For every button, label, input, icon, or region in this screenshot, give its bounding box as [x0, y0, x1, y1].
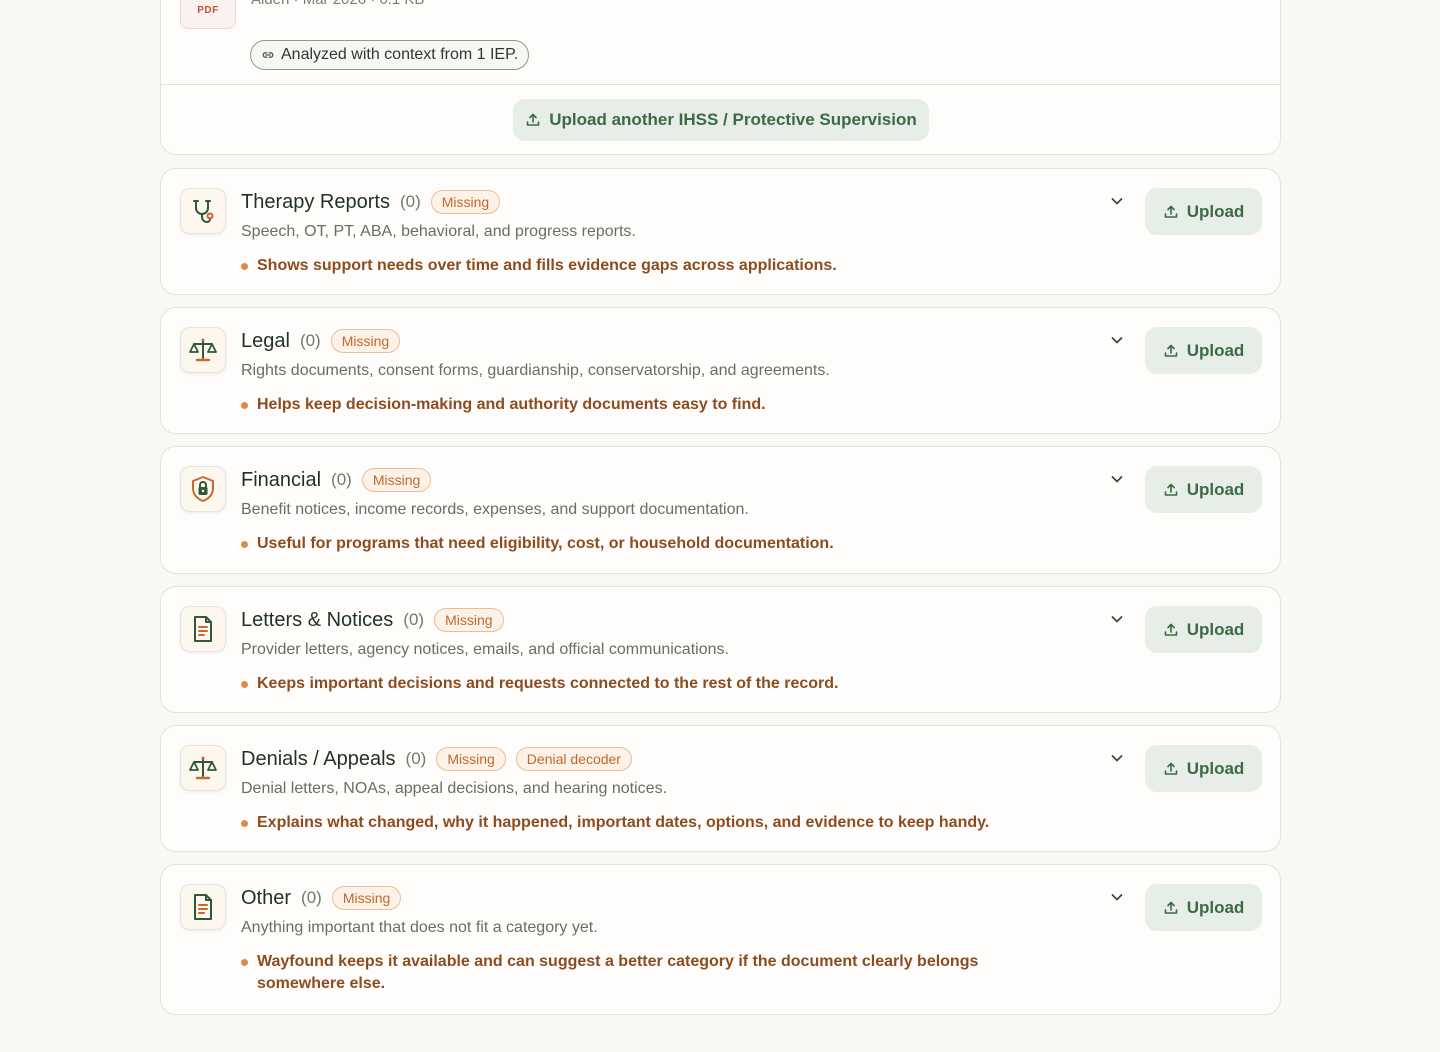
upload-icon — [1164, 901, 1177, 914]
upload-button[interactable]: Upload — [1145, 466, 1262, 513]
feature-badge: Denial decoder — [515, 747, 632, 771]
chevron-down-icon[interactable] — [1109, 889, 1125, 905]
category-card[interactable]: Letters & Notices (0) Missing Provider l… — [160, 586, 1281, 713]
context-pill: Analyzed with context from 1 IEP. — [250, 40, 530, 70]
missing-badge: Missing — [436, 747, 506, 771]
upload-button-label: Upload — [1186, 201, 1245, 221]
category-card[interactable]: Denials / Appeals (0) Missing Denial deco… — [160, 725, 1281, 852]
category-count: (0) — [399, 192, 421, 211]
upload-icon — [1164, 205, 1177, 218]
category-count: (0) — [405, 749, 427, 768]
upload-another-label: Upload another IHSS / Protective Supervi… — [549, 110, 917, 129]
category-title: Legal — [241, 329, 290, 352]
category-title-row: Therapy Reports (0) Missing — [241, 189, 501, 215]
category-title: Denials / Appeals — [241, 747, 396, 770]
category-title-row: Other (0) Missing — [241, 885, 402, 911]
upload-button[interactable]: Upload — [1145, 188, 1262, 235]
category-description: Denial letters, NOAs, appeal decisions, … — [241, 780, 668, 797]
chevron-down-icon[interactable] — [1109, 193, 1125, 209]
category-title-row: Legal (0) Missing — [241, 328, 401, 354]
upload-icon — [1164, 762, 1177, 775]
divider — [161, 84, 1280, 85]
upload-icon — [526, 113, 540, 126]
stethoscope-icon — [180, 188, 226, 234]
category-note: Explains what changed, why it happened, … — [241, 812, 1041, 834]
upload-button-label: Upload — [1186, 340, 1245, 360]
category-count: (0) — [331, 470, 352, 489]
missing-badge: Missing — [331, 886, 402, 910]
document-icon — [180, 884, 226, 930]
category-title: Financial — [241, 468, 322, 491]
category-note: Helps keep decision-making and authority… — [241, 394, 1041, 416]
missing-badge: Missing — [430, 190, 501, 214]
upload-button[interactable]: Upload — [1145, 745, 1262, 792]
current-category-card: PDF Aiden · Mar 2026 · 6.1 KB Analyzed w… — [160, 0, 1281, 155]
upload-icon — [1164, 344, 1177, 357]
pdf-file-icon[interactable]: PDF — [180, 0, 236, 29]
category-description: Benefit notices, income records, expense… — [241, 501, 749, 518]
upload-button-label: Upload — [1186, 619, 1245, 639]
missing-badge: Missing — [330, 329, 401, 353]
upload-icon — [1164, 483, 1177, 496]
category-note: Shows support needs over time and fills … — [241, 255, 1041, 277]
category-description: Anything important that does not fit a c… — [241, 919, 598, 936]
chevron-down-icon[interactable] — [1109, 750, 1125, 766]
document-icon — [180, 606, 226, 652]
category-count: (0) — [403, 610, 425, 629]
category-title-row: Denials / Appeals (0) Missing Denial deco… — [241, 746, 632, 772]
chevron-down-icon[interactable] — [1109, 471, 1125, 487]
shield-lock-icon — [180, 466, 226, 512]
upload-button[interactable]: Upload — [1145, 606, 1262, 653]
chevron-down-icon[interactable] — [1109, 611, 1125, 627]
upload-another-button[interactable]: Upload another IHSS / Protective Supervi… — [513, 99, 929, 141]
context-pill-label: Analyzed with context from 1 IEP. — [281, 46, 519, 63]
category-card[interactable]: Therapy Reports (0) Missing Speech, OT, … — [160, 168, 1281, 295]
category-card[interactable]: Financial (0) Missing Benefit notices, i… — [160, 446, 1281, 574]
chevron-down-icon[interactable] — [1109, 332, 1125, 348]
link-icon — [262, 52, 274, 58]
category-description: Rights documents, consent forms, guardia… — [241, 362, 830, 379]
category-title-row: Financial (0) Missing — [241, 467, 432, 493]
category-description: Provider letters, agency notices, emails… — [241, 641, 729, 658]
category-card[interactable]: Other (0) Missing Anything important tha… — [160, 864, 1281, 1015]
upload-button-label: Upload — [1186, 758, 1245, 778]
scales-icon — [180, 745, 226, 791]
category-description: Speech, OT, PT, ABA, behavioral, and pro… — [241, 223, 636, 240]
category-note: Wayfound keeps it available and can sugg… — [241, 951, 1041, 995]
category-count: (0) — [301, 888, 322, 907]
missing-badge: Missing — [361, 468, 432, 492]
missing-badge: Missing — [434, 608, 504, 632]
category-title-row: Letters & Notices (0) Missing — [241, 607, 504, 633]
scales-icon — [180, 327, 226, 373]
category-title: Other — [241, 886, 292, 909]
category-card[interactable]: Legal (0) Missing Rights documents, cons… — [160, 307, 1281, 434]
upload-button-label: Upload — [1186, 479, 1245, 499]
category-note: Keeps important decisions and requests c… — [241, 673, 1041, 695]
category-title: Letters & Notices — [241, 608, 394, 631]
upload-button-label: Upload — [1186, 897, 1245, 917]
upload-icon — [1164, 623, 1177, 636]
category-note: Useful for programs that need eligibilit… — [241, 533, 1041, 555]
upload-button[interactable]: Upload — [1145, 327, 1262, 374]
file-meta: Aiden · Mar 2026 · 6.1 KB — [251, 0, 424, 8]
category-title: Therapy Reports — [241, 190, 390, 213]
category-count: (0) — [299, 331, 321, 350]
upload-button[interactable]: Upload — [1145, 884, 1262, 931]
